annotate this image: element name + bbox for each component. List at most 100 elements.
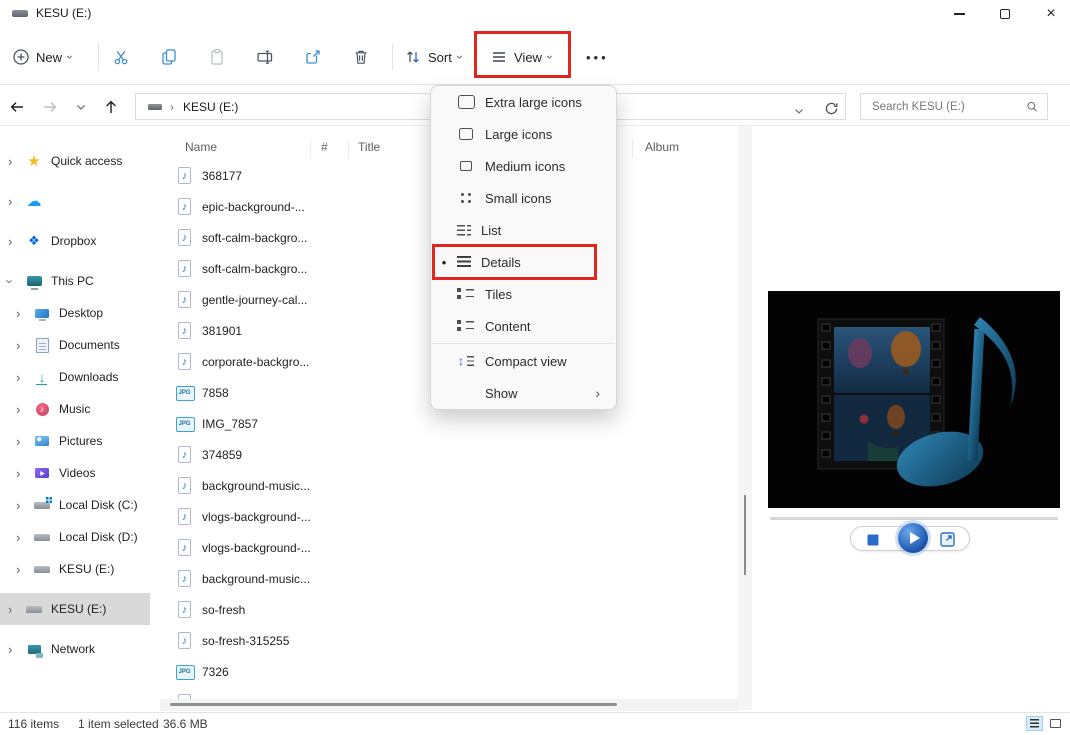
close-button[interactable]: × xyxy=(1034,2,1068,26)
tree-chevron-icon[interactable] xyxy=(8,194,22,209)
horizontal-scrollbar-thumb[interactable] xyxy=(170,703,617,706)
search-box[interactable] xyxy=(860,93,1048,120)
sidebar-item[interactable]: Videos xyxy=(0,457,160,489)
vertical-scrollbar-thumb[interactable] xyxy=(744,495,746,575)
refresh-icon xyxy=(823,100,840,117)
tree-chevron-icon[interactable] xyxy=(8,642,22,657)
tree-chevron-icon[interactable] xyxy=(16,530,30,545)
sidebar-item[interactable]: Downloads xyxy=(0,361,160,393)
more-options-button[interactable]: ••• xyxy=(586,42,609,72)
file-row[interactable]: so-fresh xyxy=(160,594,738,625)
minimize-button[interactable] xyxy=(942,2,976,26)
maximize-button[interactable] xyxy=(988,2,1022,26)
tree-chevron-icon[interactable] xyxy=(16,466,30,481)
stop-button[interactable] xyxy=(867,534,879,546)
tree-chevron-icon[interactable] xyxy=(16,338,30,353)
sort-button[interactable]: Sort › xyxy=(404,42,462,72)
file-row[interactable]: so-fresh-315255 xyxy=(160,625,738,656)
horizontal-scrollbar[interactable] xyxy=(160,699,738,711)
view-menu-item[interactable]: Details xyxy=(431,246,616,278)
tree-chevron-icon[interactable] xyxy=(16,402,30,417)
paste-button[interactable] xyxy=(208,42,226,72)
thumbnail-view-toggle[interactable] xyxy=(1047,716,1064,731)
tree-chevron-icon[interactable] xyxy=(8,274,22,289)
view-menu-item[interactable]: List xyxy=(431,214,616,246)
address-dropdown-button[interactable] xyxy=(788,100,810,122)
file-row[interactable]: 7326 xyxy=(160,656,738,687)
sidebar-item[interactable]: Desktop xyxy=(0,297,160,329)
file-row[interactable]: vlogs-background-... xyxy=(160,501,738,532)
search-input[interactable] xyxy=(861,101,1026,113)
sidebar-item[interactable]: Pictures xyxy=(0,425,160,457)
forward-button[interactable] xyxy=(39,96,61,118)
view-menu-item[interactable]: Extra large icons xyxy=(431,86,616,118)
tree-chevron-icon[interactable] xyxy=(16,498,30,513)
popout-button[interactable] xyxy=(940,532,955,547)
sidebar-item[interactable]: Quick access xyxy=(0,145,160,177)
play-button[interactable] xyxy=(898,523,928,553)
seek-bar[interactable] xyxy=(770,517,1058,520)
breadcrumb-drive[interactable]: KESU (E:) xyxy=(183,100,238,114)
toolbar-divider xyxy=(98,44,99,70)
vertical-scrollbar[interactable] xyxy=(738,126,752,710)
column-header-title[interactable]: Title xyxy=(358,140,380,154)
back-button[interactable] xyxy=(6,96,28,118)
share-button[interactable] xyxy=(304,42,322,72)
sidebar-item-icon xyxy=(33,465,51,481)
view-menu-item-label: Medium icons xyxy=(485,159,565,174)
sidebar-item[interactable]: This PC xyxy=(0,265,160,297)
sidebar-item[interactable] xyxy=(0,185,160,217)
sidebar-item[interactable]: Dropbox xyxy=(0,225,160,257)
sidebar-item[interactable]: KESU (E:) xyxy=(0,553,160,585)
cut-button[interactable] xyxy=(112,42,130,72)
column-divider[interactable] xyxy=(310,140,311,158)
view-menu-item[interactable]: Show xyxy=(431,377,616,409)
sidebar-item[interactable]: Local Disk (C:) xyxy=(0,489,160,521)
file-row[interactable]: background-music... xyxy=(160,563,738,594)
recent-locations-button[interactable] xyxy=(70,96,92,118)
new-button[interactable]: New › xyxy=(12,42,72,72)
view-menu-item[interactable]: Medium icons xyxy=(431,150,616,182)
column-header-number[interactable]: # xyxy=(321,140,328,154)
tree-chevron-icon[interactable] xyxy=(16,562,30,577)
tree-chevron-icon[interactable] xyxy=(8,154,22,169)
column-header-name[interactable]: Name xyxy=(185,140,217,154)
sidebar-item[interactable]: Network xyxy=(0,633,160,665)
file-row[interactable]: vlogs-background-... xyxy=(160,532,738,563)
file-row[interactable]: IMG_7857 xyxy=(160,408,738,439)
view-menu-item-label: Small icons xyxy=(485,191,551,206)
forward-icon xyxy=(41,98,59,116)
column-divider[interactable] xyxy=(632,140,633,158)
tree-chevron-icon[interactable] xyxy=(16,434,30,449)
tree-chevron-icon[interactable] xyxy=(8,234,22,249)
column-divider[interactable] xyxy=(348,140,349,158)
sidebar-item[interactable]: KESU (E:) xyxy=(0,593,150,625)
refresh-button[interactable] xyxy=(820,97,842,119)
tree-chevron-icon[interactable] xyxy=(16,370,30,385)
tree-chevron-icon[interactable] xyxy=(16,306,30,321)
details-view-toggle[interactable] xyxy=(1026,716,1043,731)
file-type-icon xyxy=(176,198,193,215)
paste-icon xyxy=(208,48,226,66)
copy-icon xyxy=(160,48,178,66)
view-menu-item[interactable]: Content xyxy=(431,310,616,342)
view-menu-item[interactable]: Compact view xyxy=(431,345,616,377)
file-row[interactable]: background-music... xyxy=(160,470,738,501)
file-row[interactable]: 374859 xyxy=(160,439,738,470)
view-menu-item[interactable]: Small icons xyxy=(431,182,616,214)
delete-button[interactable] xyxy=(352,42,370,72)
rename-button[interactable] xyxy=(256,42,274,72)
sidebar-item[interactable]: Documents xyxy=(0,329,160,361)
file-name: IMG_7857 xyxy=(202,417,258,431)
tree-chevron-icon[interactable] xyxy=(8,602,22,617)
file-type-icon xyxy=(176,260,193,277)
copy-button[interactable] xyxy=(160,42,178,72)
view-menu-item[interactable]: Large icons xyxy=(431,118,616,150)
view-menu-item[interactable]: Tiles xyxy=(431,278,616,310)
sidebar-item[interactable]: Music xyxy=(0,393,160,425)
column-header-album[interactable]: Album xyxy=(645,140,679,154)
sidebar-item[interactable]: Local Disk (D:) xyxy=(0,521,160,553)
view-button[interactable]: View › xyxy=(490,42,552,72)
up-button[interactable] xyxy=(100,96,122,118)
file-row[interactable] xyxy=(160,687,738,699)
